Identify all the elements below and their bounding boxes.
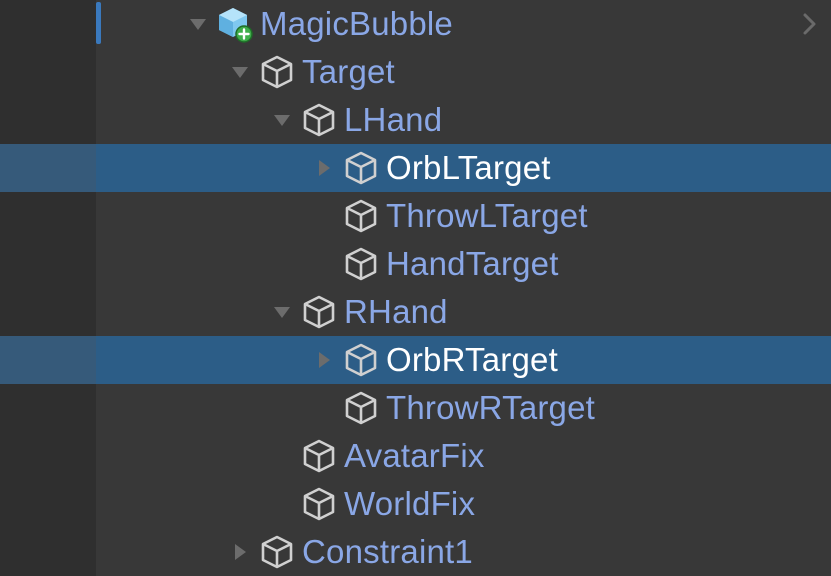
tree-row[interactable]: Target [0, 48, 831, 96]
collapse-arrow-icon[interactable] [228, 540, 252, 564]
chevron-right-icon[interactable] [797, 10, 821, 38]
expand-arrow-icon[interactable] [270, 108, 294, 132]
tree-item-label: ThrowLTarget [386, 197, 588, 234]
tree-item-label: Constraint1 [302, 533, 473, 570]
collapse-arrow-icon[interactable] [312, 348, 336, 372]
gameobject-icon [342, 245, 380, 283]
tree-row[interactable]: ThrowLTarget [0, 192, 831, 240]
selection-gutter [0, 144, 96, 192]
tree-item[interactable]: AvatarFix [270, 432, 485, 480]
tree-item-label: ThrowRTarget [386, 389, 596, 426]
collapse-arrow-icon[interactable] [312, 156, 336, 180]
expand-arrow-icon[interactable] [228, 60, 252, 84]
tree-row[interactable]: MagicBubble [0, 0, 831, 48]
tree-item[interactable]: MagicBubble [186, 0, 453, 48]
prefab-variant-icon [216, 5, 254, 43]
tree-item-label: RHand [344, 293, 448, 330]
tree-row[interactable]: WorldFix [0, 480, 831, 528]
tree-item-label: Target [302, 53, 395, 90]
tree-item[interactable]: HandTarget [312, 240, 559, 288]
tree-item[interactable]: ThrowRTarget [312, 384, 595, 432]
gameobject-icon [300, 437, 338, 475]
tree-item[interactable]: OrbLTarget [312, 144, 551, 192]
selection-gutter [0, 336, 96, 384]
tree-item-label: MagicBubble [260, 5, 453, 42]
tree-item-label: WorldFix [344, 485, 476, 522]
tree-item[interactable]: ThrowLTarget [312, 192, 588, 240]
tree-item[interactable]: Constraint1 [228, 528, 473, 576]
tree-row[interactable]: RHand [0, 288, 831, 336]
gameobject-icon [342, 341, 380, 379]
gameobject-icon [258, 533, 296, 571]
hierarchy-panel: MagicBubble Target LHand OrbLTarget ThrowLTa… [0, 0, 831, 576]
tree-item[interactable]: LHand [270, 96, 442, 144]
tree-item[interactable]: RHand [270, 288, 448, 336]
gameobject-icon [300, 485, 338, 523]
tree-row[interactable]: OrbRTarget [0, 336, 831, 384]
tree-item-label: OrbLTarget [386, 149, 551, 186]
tree-item[interactable]: WorldFix [270, 480, 475, 528]
tree-item-label: OrbRTarget [386, 341, 558, 378]
gameobject-icon [300, 101, 338, 139]
gameobject-icon [342, 149, 380, 187]
tree-item-label: AvatarFix [344, 437, 485, 474]
tree-item-label: LHand [344, 101, 443, 138]
expand-arrow-icon[interactable] [186, 12, 210, 36]
gameobject-icon [342, 389, 380, 427]
tree-row[interactable]: HandTarget [0, 240, 831, 288]
tree-row[interactable]: OrbLTarget [0, 144, 831, 192]
expand-arrow-icon[interactable] [270, 300, 294, 324]
tree-item-label: HandTarget [386, 245, 559, 282]
gameobject-icon [258, 53, 296, 91]
gameobject-icon [342, 197, 380, 235]
gameobject-icon [300, 293, 338, 331]
tree-item[interactable]: OrbRTarget [312, 336, 558, 384]
tree-item[interactable]: Target [228, 48, 395, 96]
tree-row[interactable]: ThrowRTarget [0, 384, 831, 432]
tree-row[interactable]: Constraint1 [0, 528, 831, 576]
tree-row[interactable]: LHand [0, 96, 831, 144]
tree-row[interactable]: AvatarFix [0, 432, 831, 480]
